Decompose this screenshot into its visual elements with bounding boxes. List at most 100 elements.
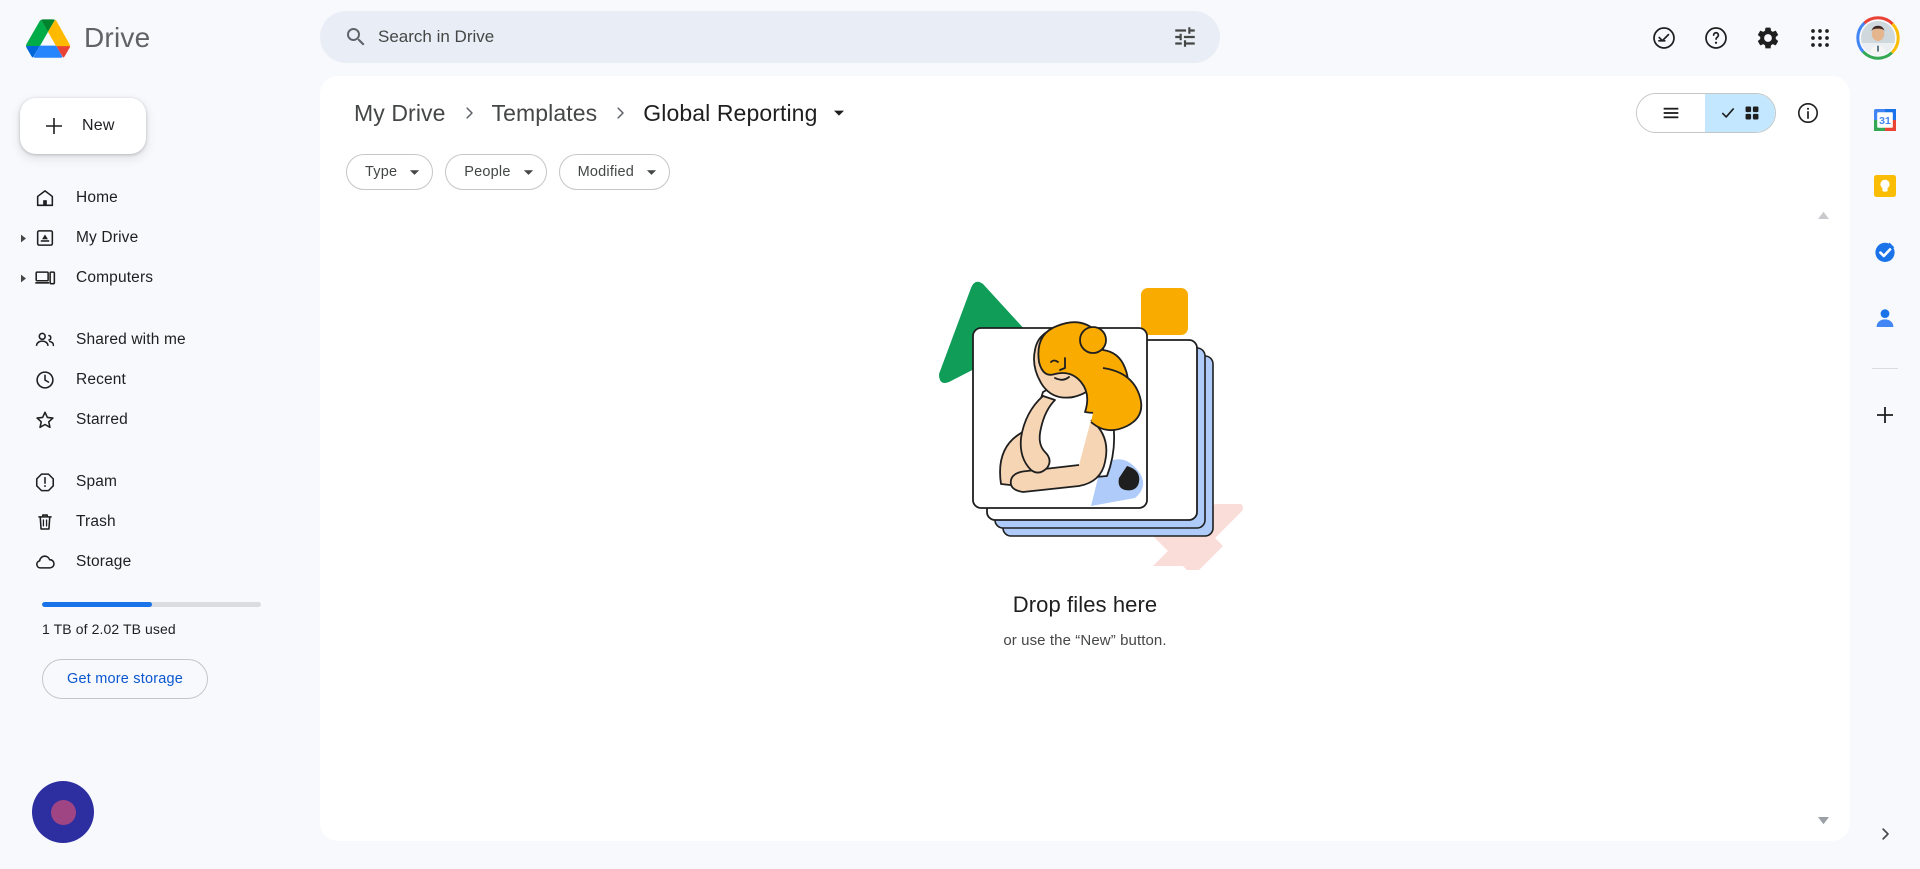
scroll-up-arrow-icon[interactable] xyxy=(1812,204,1834,226)
sidebar-item-label: Starred xyxy=(76,411,128,428)
google-calendar-icon[interactable]: 31 xyxy=(1865,100,1905,140)
person-with-cards-illustration xyxy=(939,281,1243,570)
sidebar-item-label: Shared with me xyxy=(76,331,186,348)
nav-group-main: Home My Drive Computers xyxy=(0,178,300,298)
breadcrumb-item-my-drive[interactable]: My Drive xyxy=(346,95,454,132)
nav-group-shared: Shared with me Recent Starred xyxy=(0,320,300,440)
filter-chip-label: Type xyxy=(365,164,398,180)
new-button[interactable]: New xyxy=(20,98,146,154)
sidebar-item-label: Trash xyxy=(76,513,116,530)
header-actions xyxy=(1640,0,1902,76)
sidebar-item-recent[interactable]: Recent xyxy=(0,360,300,400)
grid-view-button[interactable] xyxy=(1705,94,1775,132)
storage-usage-text: 1 TB of 2.02 TB used xyxy=(42,621,176,637)
brand-name: Drive xyxy=(84,22,151,53)
trash-icon xyxy=(38,514,52,530)
add-ons-plus-icon[interactable] xyxy=(1865,395,1905,435)
sidebar-item-home[interactable]: Home xyxy=(0,178,300,218)
sidebar-item-shared-with-me[interactable]: Shared with me xyxy=(0,320,300,360)
search-icon xyxy=(347,28,365,46)
sidebar: New Home My Drive Computers Shared with … xyxy=(0,76,300,869)
main-content-panel: My Drive Templates Global Reporting Type… xyxy=(320,76,1850,841)
details-info-button[interactable] xyxy=(1788,93,1828,133)
sidebar-item-label: Home xyxy=(76,189,118,206)
cloud-icon xyxy=(36,555,55,569)
sidebar-item-starred[interactable]: Starred xyxy=(0,400,300,440)
google-keep-icon[interactable] xyxy=(1865,166,1905,206)
sidebar-item-label: Computers xyxy=(76,269,154,286)
spam-icon xyxy=(35,473,55,492)
sidebar-item-storage[interactable]: Storage xyxy=(0,542,300,582)
filter-chip-label: People xyxy=(464,164,511,180)
search-input[interactable] xyxy=(378,27,1172,47)
list-view-button[interactable] xyxy=(1637,94,1705,132)
grid-view-icon xyxy=(1745,106,1759,120)
sidebar-item-computers[interactable]: Computers xyxy=(0,258,300,298)
nav-group-system: Spam Trash Storage xyxy=(0,462,300,582)
sidebar-item-trash[interactable]: Trash xyxy=(0,502,300,542)
breadcrumb-item-global-reporting[interactable]: Global Reporting xyxy=(635,95,825,132)
check-icon xyxy=(1721,108,1735,118)
apps-grid-icon[interactable] xyxy=(1796,14,1844,62)
active-status-icon[interactable] xyxy=(1640,14,1688,62)
storage-progress-fill xyxy=(42,602,152,607)
google-drive-logo xyxy=(26,19,70,58)
caret-down-icon xyxy=(409,167,420,178)
sidebar-item-label: Recent xyxy=(76,371,127,388)
filter-chip-type[interactable]: Type xyxy=(346,154,434,190)
cursor-indicator-inner xyxy=(50,799,76,825)
caret-down-icon xyxy=(646,167,657,178)
search-bar[interactable] xyxy=(320,11,1220,63)
empty-state-title: Drop files here xyxy=(1012,592,1158,617)
view-controls xyxy=(1636,76,1828,150)
sidebar-item-my-drive[interactable]: My Drive xyxy=(0,218,300,258)
expand-caret-icon[interactable] xyxy=(12,218,34,258)
filter-chip-label: Modified xyxy=(577,164,635,180)
new-button-label: New xyxy=(82,117,115,134)
gear-icon[interactable] xyxy=(1744,14,1792,62)
sidebar-item-label: Spam xyxy=(76,473,118,490)
google-tasks-icon[interactable] xyxy=(1865,232,1905,272)
nav-divider-spacer xyxy=(0,440,300,462)
chevron-right-icon xyxy=(460,104,478,122)
cursor-indicator xyxy=(32,781,94,843)
people-icon xyxy=(35,332,55,347)
brand[interactable]: Drive xyxy=(26,18,296,58)
nav-divider-spacer xyxy=(0,298,300,320)
computers-icon xyxy=(35,271,56,285)
breadcrumb: My Drive Templates Global Reporting xyxy=(346,95,851,132)
content-header: My Drive Templates Global Reporting xyxy=(320,76,1850,150)
view-toggle xyxy=(1636,93,1776,133)
svg-text:31: 31 xyxy=(1879,115,1891,127)
tune-options-icon[interactable] xyxy=(1172,24,1198,50)
filter-chip-modified[interactable]: Modified xyxy=(558,154,671,190)
filter-chip-people[interactable]: People xyxy=(445,154,547,190)
filter-chips: Type People Modified xyxy=(320,154,1850,190)
sidebar-item-label: My Drive xyxy=(76,229,139,246)
rail-divider xyxy=(1872,368,1898,369)
google-contacts-icon[interactable] xyxy=(1865,298,1905,338)
expand-side-panel-button[interactable] xyxy=(1868,817,1902,851)
breadcrumb-item-templates[interactable]: Templates xyxy=(484,95,606,132)
home-icon xyxy=(36,190,54,207)
get-more-storage-button[interactable]: Get more storage xyxy=(42,659,209,699)
expand-caret-icon[interactable] xyxy=(12,258,34,298)
caret-down-icon xyxy=(523,167,534,178)
info-icon xyxy=(1798,103,1818,123)
side-panel-rail: 31 xyxy=(1850,76,1920,869)
star-icon xyxy=(36,411,54,429)
sidebar-nav: Home My Drive Computers Shared with me R… xyxy=(0,178,300,582)
help-icon[interactable] xyxy=(1692,14,1740,62)
app-header: Drive xyxy=(0,0,1920,76)
storage-section: 1 TB of 2.02 TB used Get more storage xyxy=(42,602,262,699)
my-drive-icon xyxy=(36,230,54,246)
storage-progress-bar[interactable] xyxy=(42,602,261,607)
sidebar-item-label: Storage xyxy=(76,553,132,570)
scroll-down-arrow-icon[interactable] xyxy=(1812,809,1834,831)
caret-down-icon[interactable] xyxy=(827,101,851,125)
sidebar-item-spam[interactable]: Spam xyxy=(0,462,300,502)
plus-icon xyxy=(46,118,62,134)
empty-state: Drop files here or use the “New” button. xyxy=(320,244,1850,841)
clock-icon xyxy=(36,371,54,389)
avatar[interactable] xyxy=(1854,14,1902,62)
